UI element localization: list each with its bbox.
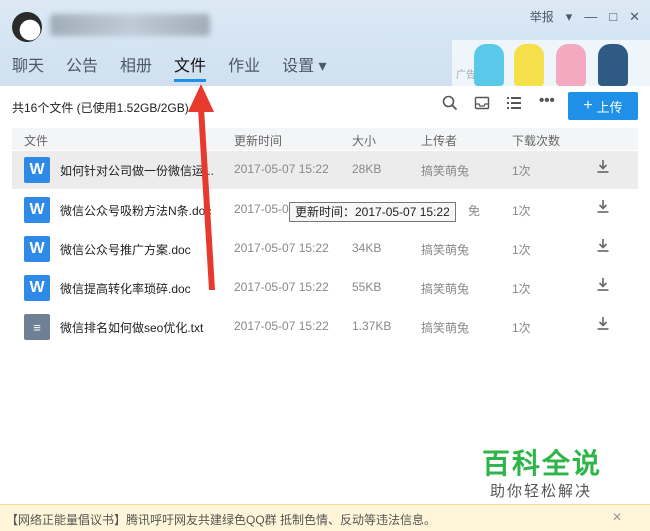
- tab-chat[interactable]: 聊天: [12, 52, 44, 82]
- column-size[interactable]: 大小: [352, 132, 376, 149]
- close-icon[interactable]: ✕: [629, 9, 640, 25]
- upload-button[interactable]: + 上传: [568, 92, 638, 120]
- file-uploader[interactable]: 搞笑萌兔: [421, 162, 469, 179]
- list-view-icon[interactable]: [506, 95, 522, 115]
- column-uploader[interactable]: 上传者: [421, 132, 457, 149]
- word-doc-icon: W: [24, 157, 50, 183]
- title-bar: 举报 ▾ — □ ✕ 聊天 公告 相册 文件 作业 设置 ▾ 广告: [0, 0, 650, 86]
- maximize-icon[interactable]: □: [609, 9, 617, 24]
- file-name[interactable]: 微信提高转化率琐碎.doc: [60, 280, 191, 297]
- search-icon[interactable]: [442, 95, 458, 115]
- file-size: 34KB: [352, 241, 382, 255]
- download-icon[interactable]: [596, 316, 610, 333]
- file-updated: 2017-05-07 15:22: [234, 241, 329, 255]
- inbox-icon[interactable]: [474, 95, 490, 115]
- menu-dropdown-icon[interactable]: ▾: [566, 9, 573, 25]
- file-downloads: 1次: [512, 164, 531, 178]
- notice-text[interactable]: 【网络正能量倡议书】腾讯呼吁网友共建绿色QQ群 抵制色情、反动等违法信息。: [6, 511, 436, 528]
- watermark-subtitle: 助你轻松解决: [490, 483, 593, 500]
- tab-settings[interactable]: 设置 ▾: [282, 52, 326, 82]
- file-size: 1.37KB: [352, 319, 392, 333]
- tab-homework[interactable]: 作业: [228, 52, 260, 82]
- group-tabs: 聊天 公告 相册 文件 作业 设置 ▾: [12, 52, 327, 82]
- file-name[interactable]: 微信公众号推广方案.doc: [60, 241, 191, 258]
- file-name[interactable]: 如何针对公司做一份微信运...: [60, 162, 214, 179]
- file-name[interactable]: 微信公众号吸粉方法N条.doc: [60, 202, 211, 219]
- column-downloads[interactable]: 下载次数: [512, 132, 560, 149]
- file-row[interactable]: ≡ 微信排名如何做seo优化.txt 2017-05-07 15:22 1.37…: [12, 308, 638, 346]
- more-icon[interactable]: •••: [539, 92, 555, 109]
- file-downloads: 1次: [512, 243, 531, 257]
- file-count-label: 共16个文件 (已使用1.52GB/2GB): [12, 101, 189, 115]
- download-icon[interactable]: [596, 159, 610, 176]
- tab-announcement[interactable]: 公告: [66, 52, 98, 82]
- column-name[interactable]: 文件: [24, 132, 48, 149]
- file-downloads: 1次: [512, 204, 531, 218]
- jacket-image: [474, 44, 504, 86]
- ad-tag: 广告: [456, 70, 476, 81]
- download-icon[interactable]: [596, 199, 610, 216]
- file-row[interactable]: W 如何针对公司做一份微信运... 2017-05-07 15:22 28KB …: [12, 151, 638, 189]
- file-uploader[interactable]: 搞笑萌兔: [421, 280, 469, 297]
- watermark-title: 百科全说: [482, 448, 603, 479]
- file-updated: 2017-05-07 15:22: [234, 319, 329, 333]
- file-uploader[interactable]: 搞笑萌兔: [421, 241, 469, 258]
- group-avatar[interactable]: [12, 12, 42, 42]
- update-time-tooltip: 更新时间：2017-05-07 15:22: [289, 202, 456, 222]
- file-downloads: 1次: [512, 282, 531, 296]
- file-updated: 2017-05-0: [234, 202, 289, 216]
- window-controls: 举报 ▾ — □ ✕: [530, 8, 640, 25]
- text-file-icon: ≡: [24, 314, 50, 340]
- download-icon[interactable]: [596, 238, 610, 255]
- tab-album[interactable]: 相册: [120, 52, 152, 82]
- notice-bar: 【网络正能量倡议书】腾讯呼吁网友共建绿色QQ群 抵制色情、反动等违法信息。 ✕: [0, 504, 650, 531]
- jacket-image: [598, 44, 628, 86]
- file-row[interactable]: W 微信提高转化率琐碎.doc 2017-05-07 15:22 55KB 搞笑…: [12, 269, 638, 307]
- report-link[interactable]: 举报: [530, 8, 554, 25]
- file-uploader[interactable]: 搞笑萌兔: [421, 319, 469, 336]
- file-toolbar: 共16个文件 (已使用1.52GB/2GB) •••: [0, 86, 650, 124]
- close-icon[interactable]: ✕: [612, 510, 622, 524]
- file-row[interactable]: W 微信公众号推广方案.doc 2017-05-07 15:22 34KB 搞笑…: [12, 230, 638, 268]
- ad-banner[interactable]: 广告: [452, 40, 650, 86]
- file-uploader[interactable]: 免: [468, 202, 480, 219]
- word-doc-icon: W: [24, 197, 50, 223]
- jacket-image: [556, 44, 586, 86]
- minimize-icon[interactable]: —: [584, 9, 597, 24]
- file-name[interactable]: 微信排名如何做seo优化.txt: [60, 319, 203, 336]
- file-table-header: 文件 更新时间 大小 上传者 下载次数: [12, 128, 638, 150]
- word-doc-icon: W: [24, 236, 50, 262]
- file-updated: 2017-05-07 15:22: [234, 280, 329, 294]
- column-updated[interactable]: 更新时间: [234, 132, 282, 149]
- file-size: 55KB: [352, 280, 382, 294]
- watermark: 百科全说 助你轻松解决: [462, 438, 628, 504]
- file-updated: 2017-05-07 15:22: [234, 162, 329, 176]
- jacket-image: [514, 44, 544, 86]
- group-title-blurred: [50, 14, 210, 36]
- upload-label: 上传: [596, 99, 623, 115]
- plus-icon: +: [583, 97, 593, 114]
- tab-files[interactable]: 文件: [174, 52, 207, 82]
- download-icon[interactable]: [596, 277, 610, 294]
- word-doc-icon: W: [24, 275, 50, 301]
- file-downloads: 1次: [512, 321, 531, 335]
- file-size: 28KB: [352, 162, 382, 176]
